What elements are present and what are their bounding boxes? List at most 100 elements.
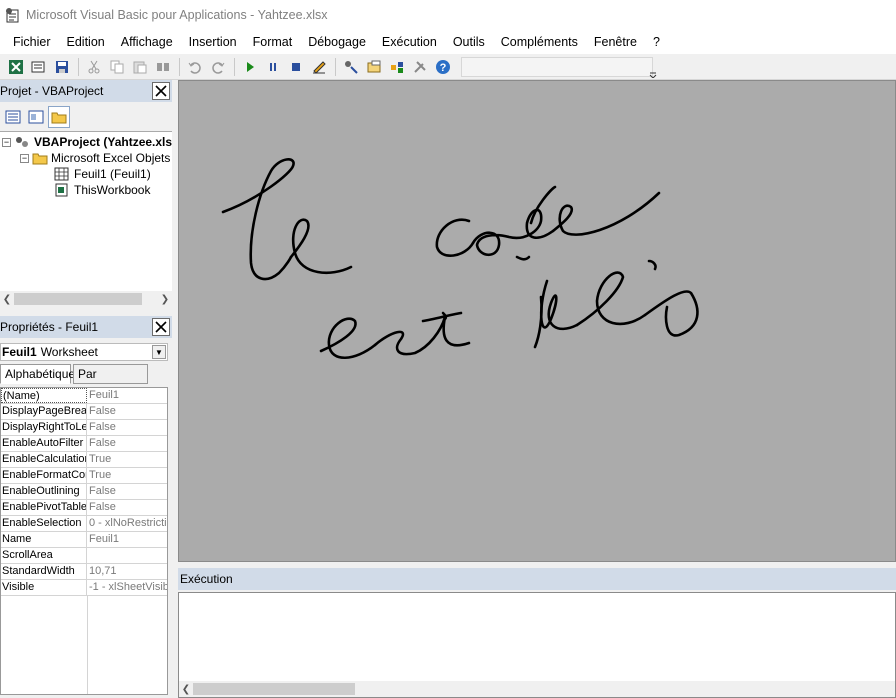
- paste-icon[interactable]: [129, 56, 151, 78]
- project-panel-toolbar: [0, 104, 172, 130]
- property-row[interactable]: Name Feuil1: [1, 532, 167, 548]
- properties-icon[interactable]: [363, 56, 385, 78]
- code-workspace[interactable]: [178, 80, 896, 562]
- execution-panel-title: Exécution: [180, 572, 233, 586]
- undo-icon[interactable]: [184, 56, 206, 78]
- property-row[interactable]: StandardWidth 10,71: [1, 564, 167, 580]
- menu-affichage[interactable]: Affichage: [113, 31, 181, 53]
- save-icon[interactable]: [51, 56, 73, 78]
- excel-icon[interactable]: [5, 56, 27, 78]
- toggle-folders-icon[interactable]: [48, 106, 70, 128]
- execution-panel-header: Exécution: [178, 568, 896, 590]
- scroll-right-icon[interactable]: ❯: [158, 292, 172, 306]
- redo-icon[interactable]: [207, 56, 229, 78]
- window-title: Microsoft Visual Basic pour Applications…: [26, 8, 328, 22]
- vba-project-icon: [16, 137, 28, 147]
- cut-icon[interactable]: [83, 56, 105, 78]
- immediate-window[interactable]: ❮: [178, 592, 896, 698]
- menu-debogage[interactable]: Débogage: [300, 31, 374, 53]
- close-icon: [155, 85, 167, 97]
- properties-grid: (Name)Feuil1 DisplayPageBreaksFalse Disp…: [0, 387, 168, 695]
- worksheet-icon: [54, 167, 69, 181]
- grid-column-divider: [87, 596, 88, 694]
- tree-folder-label: Microsoft Excel Objets: [51, 151, 171, 165]
- tree-item-feuil1[interactable]: Feuil1 (Feuil1): [54, 166, 151, 182]
- folder-icon: [32, 153, 48, 165]
- tab-par-categorie[interactable]: Par catégorie: [73, 364, 148, 399]
- workbook-icon: [55, 183, 68, 197]
- property-row[interactable]: ScrollArea: [1, 548, 167, 564]
- scroll-thumb[interactable]: [193, 683, 355, 695]
- handwritten-annotation: [221, 158, 699, 359]
- toolbar-overflow-icon[interactable]: [648, 60, 658, 78]
- standard-toolbar: ?: [0, 54, 896, 80]
- toolbar-separator: [179, 57, 180, 76]
- tree-root-label: VBAProject (Yahtzee.xlsx): [34, 135, 172, 149]
- menu-fichier[interactable]: Fichier: [5, 31, 59, 53]
- properties-panel-header: Propriétés - Feuil1: [0, 316, 172, 338]
- property-row[interactable]: Visible-1 - xlSheetVisible: [1, 580, 167, 596]
- location-combo[interactable]: [461, 56, 653, 77]
- pause-icon[interactable]: [262, 56, 284, 78]
- chevron-down-icon[interactable]: ▼: [152, 345, 166, 359]
- tree-folder[interactable]: − Microsoft Excel Objets: [20, 150, 170, 166]
- menu-insertion[interactable]: Insertion: [181, 31, 245, 53]
- view-object-icon[interactable]: [25, 106, 47, 128]
- property-row[interactable]: EnablePivotTable False: [1, 500, 167, 516]
- project-tree-hscrollbar[interactable]: ❮ ❯: [0, 291, 172, 307]
- menu-format[interactable]: Format: [245, 31, 301, 53]
- property-row[interactable]: EnableSelection0 - xlNoRestrictions: [1, 516, 167, 532]
- properties-panel-close-button[interactable]: [152, 318, 170, 336]
- close-icon: [155, 321, 167, 333]
- object-select[interactable]: Feuil1 Worksheet ▼: [0, 343, 168, 361]
- vba-app-icon: [6, 8, 19, 23]
- property-row[interactable]: DisplayPageBreaksFalse: [1, 404, 167, 420]
- scroll-left-icon[interactable]: ❮: [179, 682, 193, 696]
- menu-complements[interactable]: Compléments: [493, 31, 586, 53]
- insert-module-icon[interactable]: [28, 56, 50, 78]
- toolbar-separator: [335, 57, 336, 76]
- toolbar-separator: [234, 57, 235, 76]
- design-mode-icon[interactable]: [308, 56, 330, 78]
- collapse-icon[interactable]: −: [20, 153, 29, 163]
- tree-root[interactable]: − VBAProject (Yahtzee.xlsx): [2, 134, 172, 150]
- scroll-left-icon[interactable]: ❮: [0, 292, 14, 306]
- find-icon[interactable]: [152, 56, 174, 78]
- collapse-icon[interactable]: −: [2, 137, 11, 147]
- run-icon[interactable]: [239, 56, 261, 78]
- tree-item-label: Feuil1 (Feuil1): [74, 167, 151, 181]
- toolbox-icon[interactable]: [409, 56, 431, 78]
- help-icon[interactable]: ?: [432, 56, 454, 78]
- project-panel-title: Projet - VBAProject: [0, 84, 104, 98]
- view-code-icon[interactable]: [2, 106, 24, 128]
- menu-execution[interactable]: Exécution: [374, 31, 445, 53]
- properties-panel-title: Propriétés - Feuil1: [0, 320, 99, 334]
- stop-icon[interactable]: [285, 56, 307, 78]
- menu-edition[interactable]: Edition: [59, 31, 113, 53]
- property-row[interactable]: DisplayRightToLeft False: [1, 420, 167, 436]
- scroll-thumb[interactable]: [14, 293, 142, 305]
- copy-icon[interactable]: [106, 56, 128, 78]
- property-row[interactable]: EnableFormatConditionsCalculationTrue: [1, 468, 167, 484]
- tree-item-thisworkbook[interactable]: ThisWorkbook: [54, 182, 150, 198]
- svg-text:?: ?: [440, 62, 447, 74]
- property-row[interactable]: EnableAutoFilter False: [1, 436, 167, 452]
- object-browser-icon[interactable]: [386, 56, 408, 78]
- property-row[interactable]: EnableCalculation True: [1, 452, 167, 468]
- menu-outils[interactable]: Outils: [445, 31, 493, 53]
- immediate-hscrollbar[interactable]: ❮: [179, 681, 895, 697]
- property-row[interactable]: (Name) Feuil1: [1, 388, 167, 404]
- property-row[interactable]: EnableOutlining False: [1, 484, 167, 500]
- project-panel-header: Projet - VBAProject: [0, 80, 172, 102]
- project-tree: − VBAProject (Yahtzee.xlsx) − Microsoft …: [0, 131, 172, 291]
- project-panel-close-button[interactable]: [152, 82, 170, 100]
- tree-item-label: ThisWorkbook: [74, 183, 151, 197]
- menu-aide[interactable]: ?: [645, 31, 668, 53]
- menu-bar: Fichier Edition Affichage Insertion Form…: [0, 30, 896, 54]
- tab-alphabetique[interactable]: Alphabétique: [0, 364, 75, 384]
- title-bar: Microsoft Visual Basic pour Applications…: [0, 0, 896, 30]
- toolbar-separator: [78, 57, 79, 76]
- object-select-name: Feuil1: [2, 345, 37, 359]
- menu-fenetre[interactable]: Fenêtre: [586, 31, 645, 53]
- project-explorer-icon[interactable]: [340, 56, 362, 78]
